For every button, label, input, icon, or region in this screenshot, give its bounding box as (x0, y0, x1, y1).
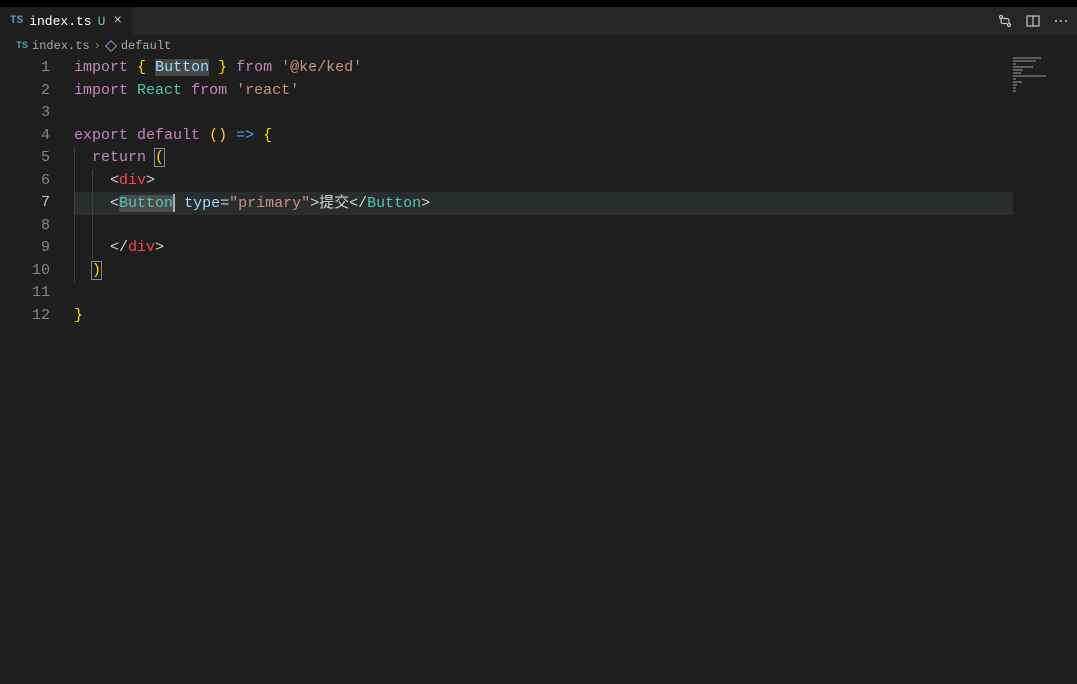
line-number: 10 (0, 260, 50, 283)
window-top-bar (0, 0, 1077, 7)
tab-filename: index.ts (29, 14, 91, 29)
line-number: 11 (0, 282, 50, 305)
split-editor-icon[interactable] (1025, 13, 1041, 29)
code-line: <Button type="primary">提交</Button> (62, 192, 1077, 215)
line-number: 1 (0, 57, 50, 80)
tabs-bar: TS index.ts U × (0, 7, 1077, 35)
code-line: ) (62, 260, 1077, 283)
line-number: 12 (0, 305, 50, 328)
line-number: 9 (0, 237, 50, 260)
close-icon[interactable]: × (113, 14, 121, 28)
symbol-icon (105, 40, 117, 52)
line-number-gutter: 1 2 3 4 5 6 7 8 9 10 11 12 (0, 57, 62, 684)
code-line: import { Button } from '@ke/ked' (62, 57, 1077, 80)
code-line (62, 282, 1077, 305)
line-number: 2 (0, 80, 50, 103)
chevron-right-icon: › (94, 39, 101, 53)
line-number: 5 (0, 147, 50, 170)
line-number: 3 (0, 102, 50, 125)
line-number: 6 (0, 170, 50, 193)
typescript-icon: TS (16, 41, 28, 52)
code-area[interactable]: import { Button } from '@ke/ked' import … (62, 57, 1077, 684)
more-actions-icon[interactable] (1053, 13, 1069, 29)
text-cursor (173, 194, 175, 212)
tab-git-status: U (98, 14, 106, 29)
editor[interactable]: 1 2 3 4 5 6 7 8 9 10 11 12 import { Butt… (0, 57, 1077, 684)
code-line: } (62, 305, 1077, 328)
code-line: export default () => { (62, 125, 1077, 148)
line-number: 7 (0, 192, 50, 215)
breadcrumb-symbol[interactable]: default (121, 39, 171, 53)
breadcrumb-file[interactable]: index.ts (32, 39, 90, 53)
code-line: </div> (62, 237, 1077, 260)
code-line (62, 102, 1077, 125)
line-number: 8 (0, 215, 50, 238)
typescript-icon: TS (10, 15, 23, 27)
vertical-scrollbar[interactable] (1063, 57, 1077, 684)
code-line (62, 215, 1077, 238)
breadcrumb[interactable]: TS index.ts › default (0, 35, 1077, 57)
code-line: return ( (62, 147, 1077, 170)
code-line: import React from 'react' (62, 80, 1077, 103)
line-number: 4 (0, 125, 50, 148)
compare-changes-icon[interactable] (997, 13, 1013, 29)
minimap[interactable] (1013, 57, 1063, 684)
code-line: <div> (62, 170, 1077, 193)
tab-index-ts[interactable]: TS index.ts U × (0, 7, 133, 35)
